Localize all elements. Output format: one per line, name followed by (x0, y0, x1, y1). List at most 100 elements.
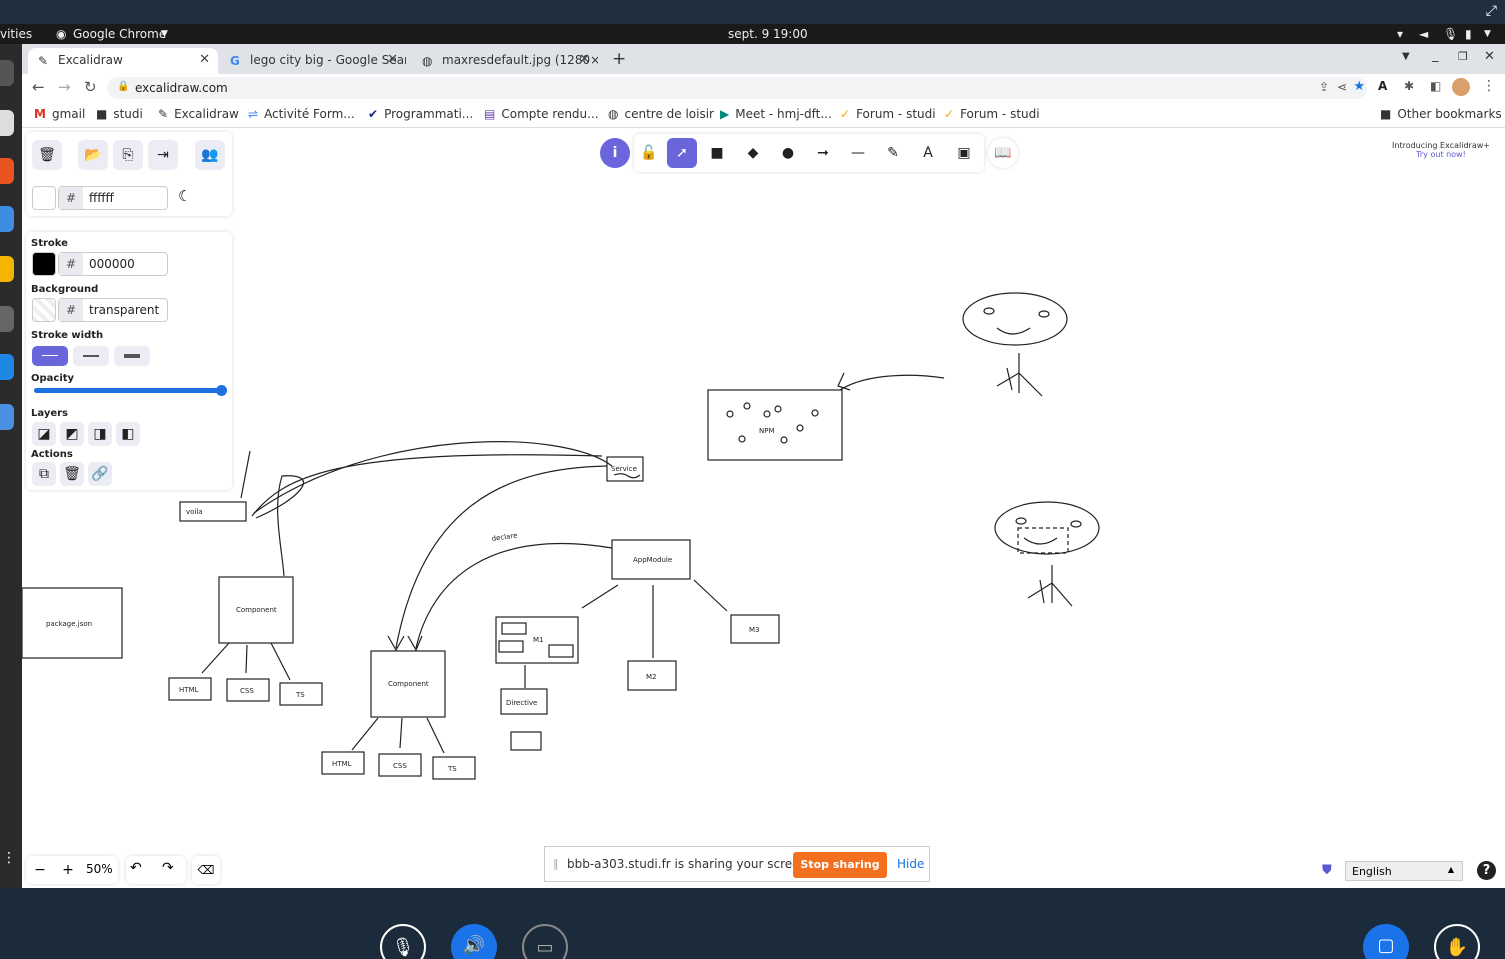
raise-hand-button[interactable]: ✋ (1434, 924, 1480, 959)
eye-shape[interactable] (1038, 310, 1050, 318)
redo-icon[interactable]: ↷ (162, 860, 174, 876)
mute-microphone-button[interactable]: 🎙 (380, 924, 426, 959)
body-shape[interactable] (996, 353, 1043, 397)
reload-icon[interactable]: ↻ (84, 78, 97, 96)
menu-icon[interactable]: ⋮ (1482, 78, 1496, 94)
collaborate-button[interactable]: 👥 (195, 140, 225, 170)
extension-icon[interactable]: A (1378, 79, 1387, 93)
drawing-svg[interactable]: voila Service NPM declare AppModule pack… (22, 128, 1505, 888)
arrow-tool[interactable]: ➞ (808, 138, 838, 168)
dock-vscode-icon[interactable] (0, 354, 14, 380)
bring-to-front-button[interactable]: ◧ (116, 422, 140, 446)
camera-off-button[interactable]: ▭ (522, 924, 568, 959)
bookmark-activite[interactable]: ⇌ Activité Form... (248, 107, 355, 121)
star-icon[interactable]: ★ (1353, 79, 1365, 94)
shield-icon[interactable]: ⛊ (1322, 863, 1332, 878)
export-button[interactable]: ⇥ (148, 140, 178, 170)
drag-handle-icon[interactable]: ‖ (553, 857, 559, 870)
dock-store-icon[interactable] (0, 158, 14, 184)
head-shape[interactable] (962, 292, 1068, 346)
audio-button[interactable]: 🔊 (451, 924, 497, 959)
zoom-out-button[interactable]: − (28, 858, 52, 882)
ellipse-tool[interactable]: ● (773, 138, 803, 168)
show-apps-icon[interactable]: ⋮ (2, 850, 16, 866)
stroke-extra-bold-button[interactable] (114, 346, 150, 366)
clock[interactable]: sept. 9 19:00 (728, 27, 808, 41)
opacity-slider-handle[interactable] (216, 385, 227, 396)
bookmark-centre-de-loisir[interactable]: ◍ centre de loisir (608, 107, 714, 121)
avatar[interactable] (1452, 78, 1470, 96)
help-button[interactable]: ? (1477, 861, 1496, 880)
close-window-icon[interactable]: ✕ (1484, 49, 1495, 64)
stroke-color-input[interactable]: #000000 (58, 252, 168, 276)
wifi-icon[interactable]: ▾ (1397, 27, 1403, 41)
minimize-icon[interactable]: _ (1432, 48, 1439, 63)
hide-button[interactable]: Hide (897, 857, 924, 871)
canvas-color-swatch[interactable] (32, 186, 56, 210)
info-button[interactable]: i (600, 138, 630, 168)
other-bookmarks[interactable]: ■ Other bookmarks (1380, 107, 1502, 121)
tab-google-search[interactable]: G lego city big - Google Sear ✕ (220, 48, 406, 74)
zoom-level[interactable]: 50% (86, 862, 113, 876)
background-color-input[interactable]: # transparent (58, 298, 168, 322)
battery-icon[interactable]: ▮ (1465, 27, 1472, 41)
close-icon[interactable]: ✕ (387, 52, 398, 67)
arrow-line[interactable] (251, 454, 603, 517)
bookmark-programmation[interactable]: ✔ Programmati... (368, 107, 473, 121)
bookmark-forum-studi[interactable]: ✓ Forum - studi (944, 107, 1040, 121)
link-button[interactable]: 🔗 (88, 462, 112, 486)
restore-icon[interactable]: ❐ (1458, 50, 1468, 63)
dock-app-icon[interactable] (0, 306, 14, 332)
app-menu[interactable]: Google Chrome (73, 27, 166, 41)
bookmark-meet[interactable]: ▶ Meet - hmj-dft... (720, 107, 832, 121)
npm-box[interactable] (707, 389, 843, 461)
bookmark-compte-rendu[interactable]: ▤ Compte rendu... (484, 107, 599, 121)
arrow-line[interactable] (839, 374, 945, 391)
power-menu-icon[interactable]: ▼ (1484, 29, 1491, 39)
send-to-back-button[interactable]: ◪ (32, 422, 56, 446)
arrow-line[interactable] (395, 465, 608, 649)
diamond-tool[interactable]: ◆ (738, 138, 768, 168)
promo[interactable]: Introducing Excalidraw+ Try out now! (1382, 141, 1500, 159)
url-field[interactable]: 🔒 excalidraw.com ⇪ ⋖ ★ (107, 77, 1367, 99)
forward-icon[interactable]: → (58, 78, 71, 96)
lock-icon[interactable]: 🔓 (634, 138, 664, 168)
dock-app-icon[interactable] (0, 404, 14, 430)
dock-app-icon[interactable] (0, 60, 14, 86)
new-tab-button[interactable]: + (612, 49, 626, 69)
bookmark-excalidraw[interactable]: ✎ Excalidraw (158, 107, 239, 121)
bring-forward-button[interactable]: ◨ (88, 422, 112, 446)
eraser-button[interactable]: ⌫ (192, 856, 220, 884)
eye-shape[interactable] (983, 307, 995, 315)
bookmark-forum-studi[interactable]: ✓ Forum - studi (840, 107, 936, 121)
open-button[interactable]: 📂 (78, 140, 108, 170)
excalidraw-canvas[interactable]: voila Service NPM declare AppModule pack… (22, 128, 1505, 888)
undo-icon[interactable]: ↶ (130, 860, 142, 876)
opacity-slider[interactable] (34, 388, 224, 393)
volume-icon[interactable]: ◄ (1419, 27, 1428, 41)
tab-image[interactable]: ◍ maxresdefault.jpg (1280× ✕ (412, 48, 598, 74)
mouth-shape[interactable] (996, 327, 1031, 335)
install-icon[interactable]: ⇪ (1319, 80, 1329, 94)
tab-search-icon[interactable]: ▼ (1402, 51, 1410, 62)
stroke-thin-button[interactable] (32, 346, 68, 366)
dock-docs-icon[interactable] (0, 206, 14, 232)
image-tool[interactable]: ▣ (949, 138, 979, 168)
screen-share-button[interactable]: ▢ (1363, 924, 1409, 959)
line-tool[interactable]: — (843, 138, 873, 168)
rectangle-tool[interactable]: ■ (702, 138, 732, 168)
activities-button[interactable]: vities (0, 27, 32, 41)
dock-chrome-icon[interactable] (0, 256, 14, 282)
library-button[interactable]: 📖 (988, 138, 1018, 168)
save-button[interactable]: ⎘ (113, 140, 143, 170)
bookmark-gmail[interactable]: Mgmail (34, 107, 85, 121)
microphone-icon[interactable]: 🎙 (1443, 27, 1458, 41)
stop-sharing-button[interactable]: Stop sharing (793, 852, 887, 878)
arrow-line[interactable] (415, 543, 613, 649)
duplicate-button[interactable]: ⧉ (32, 462, 56, 486)
promo-link[interactable]: Try out now! (1382, 150, 1500, 159)
zoom-in-button[interactable]: + (56, 858, 80, 882)
background-color-swatch[interactable] (32, 298, 56, 322)
selection-tool[interactable]: ➚ (667, 138, 697, 168)
close-icon[interactable]: ✕ (579, 52, 590, 67)
